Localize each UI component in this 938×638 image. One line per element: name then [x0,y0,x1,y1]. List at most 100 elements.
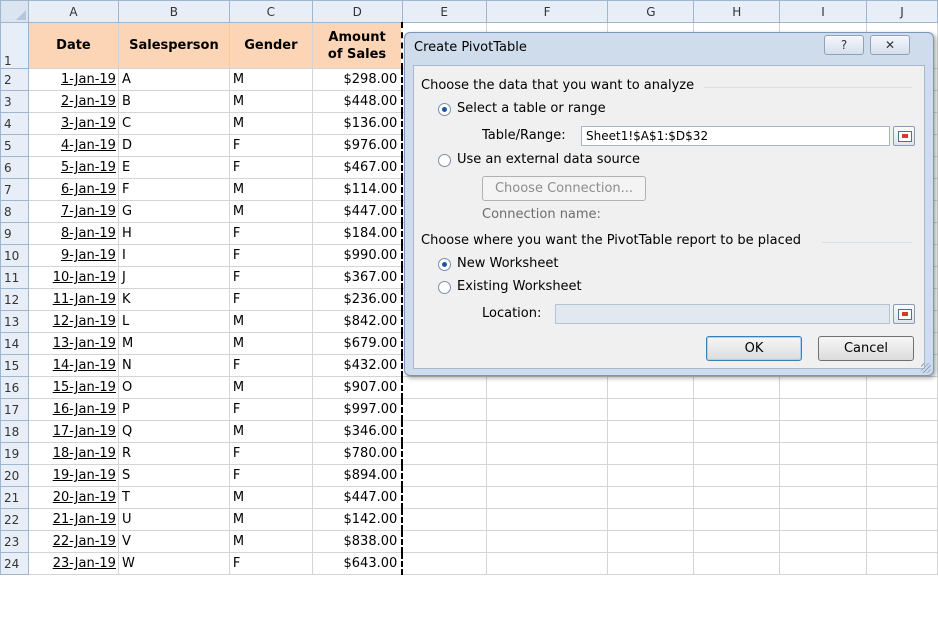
row-header[interactable]: 23 [0,530,29,553]
salesperson-cell[interactable]: S [117,464,230,487]
cell[interactable] [401,464,487,487]
date-cell[interactable]: 15-Jan-19 [27,376,119,399]
row-header[interactable]: 21 [0,486,29,509]
gender-cell[interactable]: M [228,530,313,553]
gender-cell[interactable]: F [228,464,313,487]
cell[interactable] [401,530,487,553]
salesperson-cell[interactable]: N [117,354,230,377]
amount-cell[interactable]: $894.00 [311,464,404,487]
date-cell[interactable]: 10-Jan-19 [27,266,119,289]
column-header-j[interactable]: J [866,0,938,23]
gender-cell[interactable]: F [228,266,313,289]
cell[interactable] [779,442,867,465]
column-header-a[interactable]: A [27,0,119,23]
cell[interactable] [401,420,487,443]
row-header[interactable]: 15 [0,354,29,377]
row-header[interactable]: 3 [0,90,29,113]
new-worksheet-radio[interactable] [438,258,451,271]
cell[interactable] [485,442,609,465]
cell[interactable] [866,464,938,487]
collapse-range-button[interactable] [893,126,915,146]
header-cell-salesperson[interactable]: Salesperson [117,22,230,69]
cancel-button[interactable]: Cancel [818,336,914,361]
date-cell[interactable]: 5-Jan-19 [27,156,119,179]
help-button[interactable]: ? [824,35,864,55]
row-header[interactable]: 24 [0,552,29,575]
row-header[interactable]: 10 [0,244,29,267]
salesperson-cell[interactable]: F [117,178,230,201]
row-header[interactable]: 19 [0,442,29,465]
date-cell[interactable]: 17-Jan-19 [27,420,119,443]
cell[interactable] [401,508,487,531]
row-header[interactable]: 2 [0,68,29,91]
existing-worksheet-label[interactable]: Existing Worksheet [457,279,582,294]
date-cell[interactable]: 1-Jan-19 [27,68,119,91]
cell[interactable] [779,530,867,553]
gender-cell[interactable]: F [228,288,313,311]
select-range-radio[interactable] [438,103,451,116]
row-header[interactable]: 11 [0,266,29,289]
cell[interactable] [485,420,609,443]
column-header-c[interactable]: C [228,0,313,23]
date-cell[interactable]: 19-Jan-19 [27,464,119,487]
cell[interactable] [485,464,609,487]
choose-connection-button[interactable]: Choose Connection... [482,176,646,201]
salesperson-cell[interactable]: T [117,486,230,509]
salesperson-cell[interactable]: I [117,244,230,267]
gender-cell[interactable]: F [228,156,313,179]
cell[interactable] [607,398,695,421]
column-header-f[interactable]: F [485,0,609,23]
gender-cell[interactable]: M [228,90,313,113]
column-header-b[interactable]: B [117,0,230,23]
cell[interactable] [607,464,695,487]
date-cell[interactable]: 8-Jan-19 [27,222,119,245]
gender-cell[interactable]: F [228,134,313,157]
gender-cell[interactable]: F [228,442,313,465]
date-cell[interactable]: 4-Jan-19 [27,134,119,157]
amount-cell[interactable]: $976.00 [311,134,404,157]
cell[interactable] [485,486,609,509]
amount-cell[interactable]: $184.00 [311,222,404,245]
column-header-d[interactable]: D [311,0,403,23]
column-header-h[interactable]: H [693,0,781,23]
row-header[interactable]: 22 [0,508,29,531]
column-header-e[interactable]: E [401,0,487,23]
amount-cell[interactable]: $432.00 [311,354,404,377]
row-header[interactable]: 16 [0,376,29,399]
salesperson-cell[interactable]: U [117,508,230,531]
amount-cell[interactable]: $679.00 [311,332,404,355]
date-cell[interactable]: 14-Jan-19 [27,354,119,377]
row-header[interactable]: 12 [0,288,29,311]
amount-cell[interactable]: $467.00 [311,156,404,179]
row-header[interactable]: 7 [0,178,29,201]
amount-cell[interactable]: $842.00 [311,310,404,333]
salesperson-cell[interactable]: W [117,552,230,575]
amount-cell[interactable]: $142.00 [311,508,404,531]
external-source-radio[interactable] [438,154,451,167]
gender-cell[interactable]: M [228,376,313,399]
cell[interactable] [693,552,781,575]
gender-cell[interactable]: M [228,112,313,135]
cell[interactable] [866,442,938,465]
cell[interactable] [401,376,487,399]
amount-cell[interactable]: $136.00 [311,112,404,135]
row-header[interactable]: 14 [0,332,29,355]
salesperson-cell[interactable]: G [117,200,230,223]
date-cell[interactable]: 16-Jan-19 [27,398,119,421]
select-range-label[interactable]: Select a table or range [457,101,606,116]
cell[interactable] [866,420,938,443]
cell[interactable] [607,486,695,509]
column-header-g[interactable]: G [607,0,695,23]
cell[interactable] [693,376,781,399]
date-cell[interactable]: 22-Jan-19 [27,530,119,553]
new-worksheet-label[interactable]: New Worksheet [457,256,559,271]
cell[interactable] [866,486,938,509]
salesperson-cell[interactable]: Q [117,420,230,443]
close-button[interactable]: ✕ [870,35,910,55]
salesperson-cell[interactable]: C [117,112,230,135]
cell[interactable] [401,398,487,421]
row-header[interactable]: 18 [0,420,29,443]
salesperson-cell[interactable]: H [117,222,230,245]
cell[interactable] [485,530,609,553]
cell[interactable] [485,508,609,531]
